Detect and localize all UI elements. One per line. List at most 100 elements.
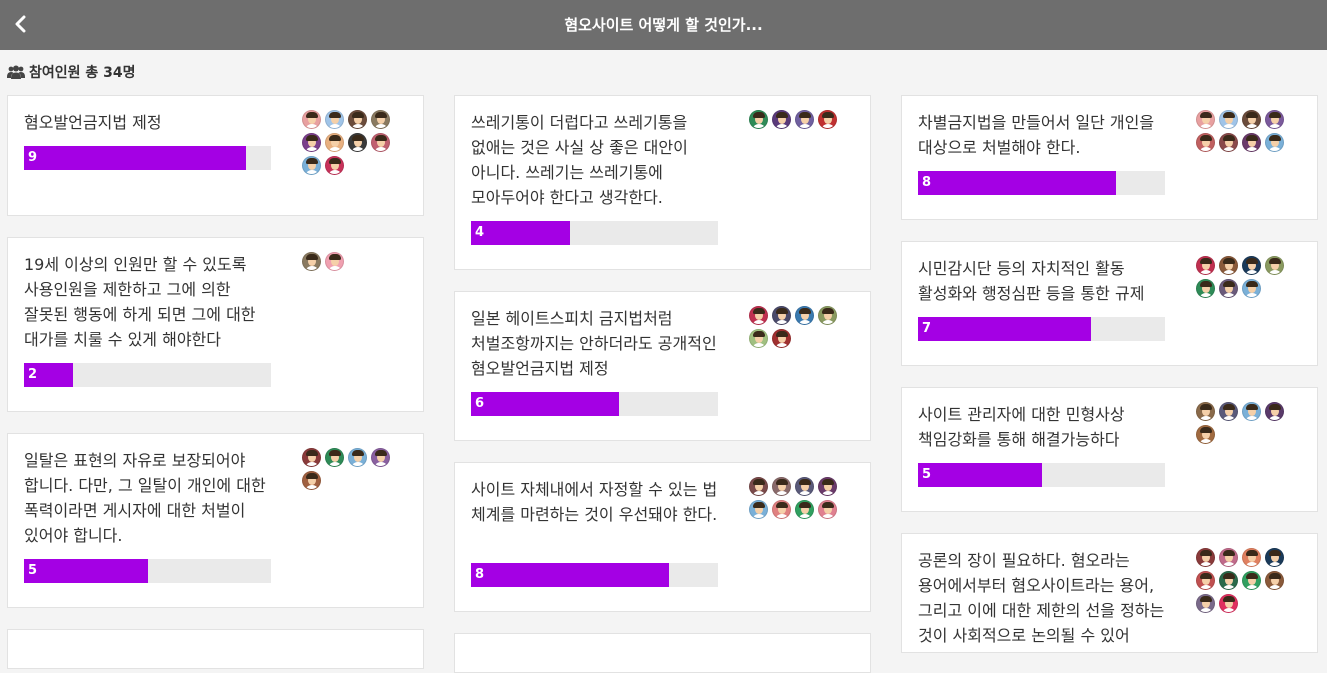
avatar-icon [325, 252, 344, 271]
avatar-icon [371, 448, 390, 467]
avatar-list [749, 110, 849, 129]
vote-bar-fill [24, 146, 247, 170]
avatar-icon [818, 500, 837, 519]
avatar-icon [1265, 256, 1284, 275]
avatar-list [1196, 548, 1296, 613]
avatar-icon [818, 477, 837, 496]
opinion-card[interactable]: 차별금지법을 만들어서 일단 개인을 대상으로 처벌해야 한다. 8 [901, 95, 1318, 220]
avatar-icon [348, 110, 367, 129]
avatar-icon [749, 329, 768, 348]
avatar-icon [1196, 256, 1215, 275]
avatar-icon [1242, 571, 1261, 590]
avatar-icon [1196, 548, 1215, 567]
opinion-card[interactable]: 시민감시단 등의 자치적인 활동 활성화와 행정심판 등을 통한 규제 7 [901, 241, 1318, 366]
opinion-card[interactable]: 사이트 관리자에 대한 민형사상 책임강화를 통해 해결가능하다 5 [901, 387, 1318, 512]
avatar-icon [371, 110, 390, 129]
vote-bar: 5 [918, 463, 1165, 487]
avatar-icon [302, 156, 321, 175]
header-bar: 혐오사이트 어떻게 할 것인가... [0, 0, 1327, 50]
avatar-icon [1242, 548, 1261, 567]
opinion-card[interactable]: 쓰레기통이 더럽다고 쓰레기통을 없애는 것은 사실 상 좋은 대안이 아니다.… [454, 95, 871, 270]
avatar-icon [1242, 402, 1261, 421]
vote-count: 8 [922, 175, 932, 190]
avatar-icon [1196, 279, 1215, 298]
avatar-list [749, 477, 849, 519]
avatar-icon [772, 329, 791, 348]
avatar-icon [772, 306, 791, 325]
avatar-icon [302, 471, 321, 490]
avatar-icon [795, 500, 814, 519]
opinion-text: 19세 이상의 인원만 할 수 있도록 사용인원을 제한하고 그에 의한 잘못된… [24, 255, 256, 349]
page-title: 혐오사이트 어떻게 할 것인가... [564, 16, 763, 34]
avatar-icon [749, 110, 768, 129]
avatar-icon [749, 477, 768, 496]
vote-count: 2 [28, 367, 38, 382]
users-icon [7, 65, 25, 79]
avatar-list [1196, 256, 1296, 298]
avatar-icon [818, 110, 837, 129]
avatar-icon [1196, 571, 1215, 590]
avatar-icon [302, 448, 321, 467]
vote-count: 6 [475, 396, 485, 411]
opinion-text: 혐오발언금지법 제정 [24, 113, 162, 132]
vote-bar: 4 [471, 221, 718, 245]
vote-bar-fill [471, 392, 620, 416]
avatar-icon [1242, 133, 1261, 152]
avatar-icon [1219, 594, 1238, 613]
avatar-icon [1242, 256, 1261, 275]
vote-bar: 8 [471, 563, 718, 587]
avatar-list [302, 252, 402, 271]
vote-bar: 9 [24, 146, 271, 170]
avatar-icon [1242, 279, 1261, 298]
opinion-card-partial[interactable] [7, 629, 424, 669]
avatar-icon [1265, 402, 1284, 421]
vote-bar: 7 [918, 317, 1165, 341]
participants-count: 참여인원 총 34명 [7, 62, 136, 82]
avatar-icon [1219, 279, 1238, 298]
avatar-icon [348, 133, 367, 152]
avatar-icon [1196, 594, 1215, 613]
avatar-list [1196, 402, 1296, 444]
opinion-card[interactable]: 혐오발언금지법 제정 9 [7, 95, 424, 216]
avatar-list [302, 448, 402, 490]
avatar-list [1196, 110, 1296, 152]
opinion-text: 차별금지법을 만들어서 일단 개인을 대상으로 처벌해야 한다. [918, 113, 1155, 157]
vote-count: 8 [475, 567, 485, 582]
avatar-icon [1196, 402, 1215, 421]
opinion-card[interactable]: 일탈은 표현의 자유로 보장되어야 합니다. 다만, 그 일탈이 개인에 대한 … [7, 433, 424, 608]
avatar-icon [371, 133, 390, 152]
avatar-icon [1219, 110, 1238, 129]
vote-count: 5 [922, 467, 932, 482]
opinion-card-partial[interactable] [454, 633, 871, 673]
vote-bar-fill [918, 317, 1091, 341]
avatar-icon [348, 448, 367, 467]
avatar-icon [795, 306, 814, 325]
avatar-icon [1219, 256, 1238, 275]
opinion-card[interactable]: 공론의 장이 필요하다. 혐오라는 용어에서부터 혐오사이트라는 용어, 그리고… [901, 533, 1318, 653]
vote-bar-fill [471, 563, 669, 587]
vote-bar: 5 [24, 559, 271, 583]
avatar-icon [818, 306, 837, 325]
avatar-icon [302, 252, 321, 271]
avatar-icon [795, 110, 814, 129]
vote-count: 4 [475, 225, 485, 240]
opinion-text: 일본 헤이트스피치 금지법처럼 처벌조항까지는 안하더라도 공개적인 혐오발언금… [471, 309, 717, 378]
vote-bar: 6 [471, 392, 718, 416]
opinion-card[interactable]: 19세 이상의 인원만 할 수 있도록 사용인원을 제한하고 그에 의한 잘못된… [7, 237, 424, 412]
avatar-icon [1265, 133, 1284, 152]
vote-bar-fill [24, 559, 148, 583]
avatar-icon [325, 448, 344, 467]
avatar-list [749, 306, 849, 348]
opinion-text: 일탈은 표현의 자유로 보장되어야 합니다. 다만, 그 일탈이 개인에 대한 … [24, 451, 266, 545]
avatar-icon [325, 156, 344, 175]
avatar-icon [1265, 110, 1284, 129]
opinion-card[interactable]: 사이트 자체내에서 자정할 수 있는 법 체계를 마련하는 것이 우선돼야 한다… [454, 462, 871, 612]
vote-bar-fill [918, 463, 1042, 487]
vote-bar-fill [918, 171, 1116, 195]
avatar-icon [749, 500, 768, 519]
avatar-icon [1242, 110, 1261, 129]
avatar-icon [1196, 133, 1215, 152]
avatar-icon [772, 477, 791, 496]
avatar-list [302, 110, 402, 175]
opinion-card[interactable]: 일본 헤이트스피치 금지법처럼 처벌조항까지는 안하더라도 공개적인 혐오발언금… [454, 291, 871, 441]
